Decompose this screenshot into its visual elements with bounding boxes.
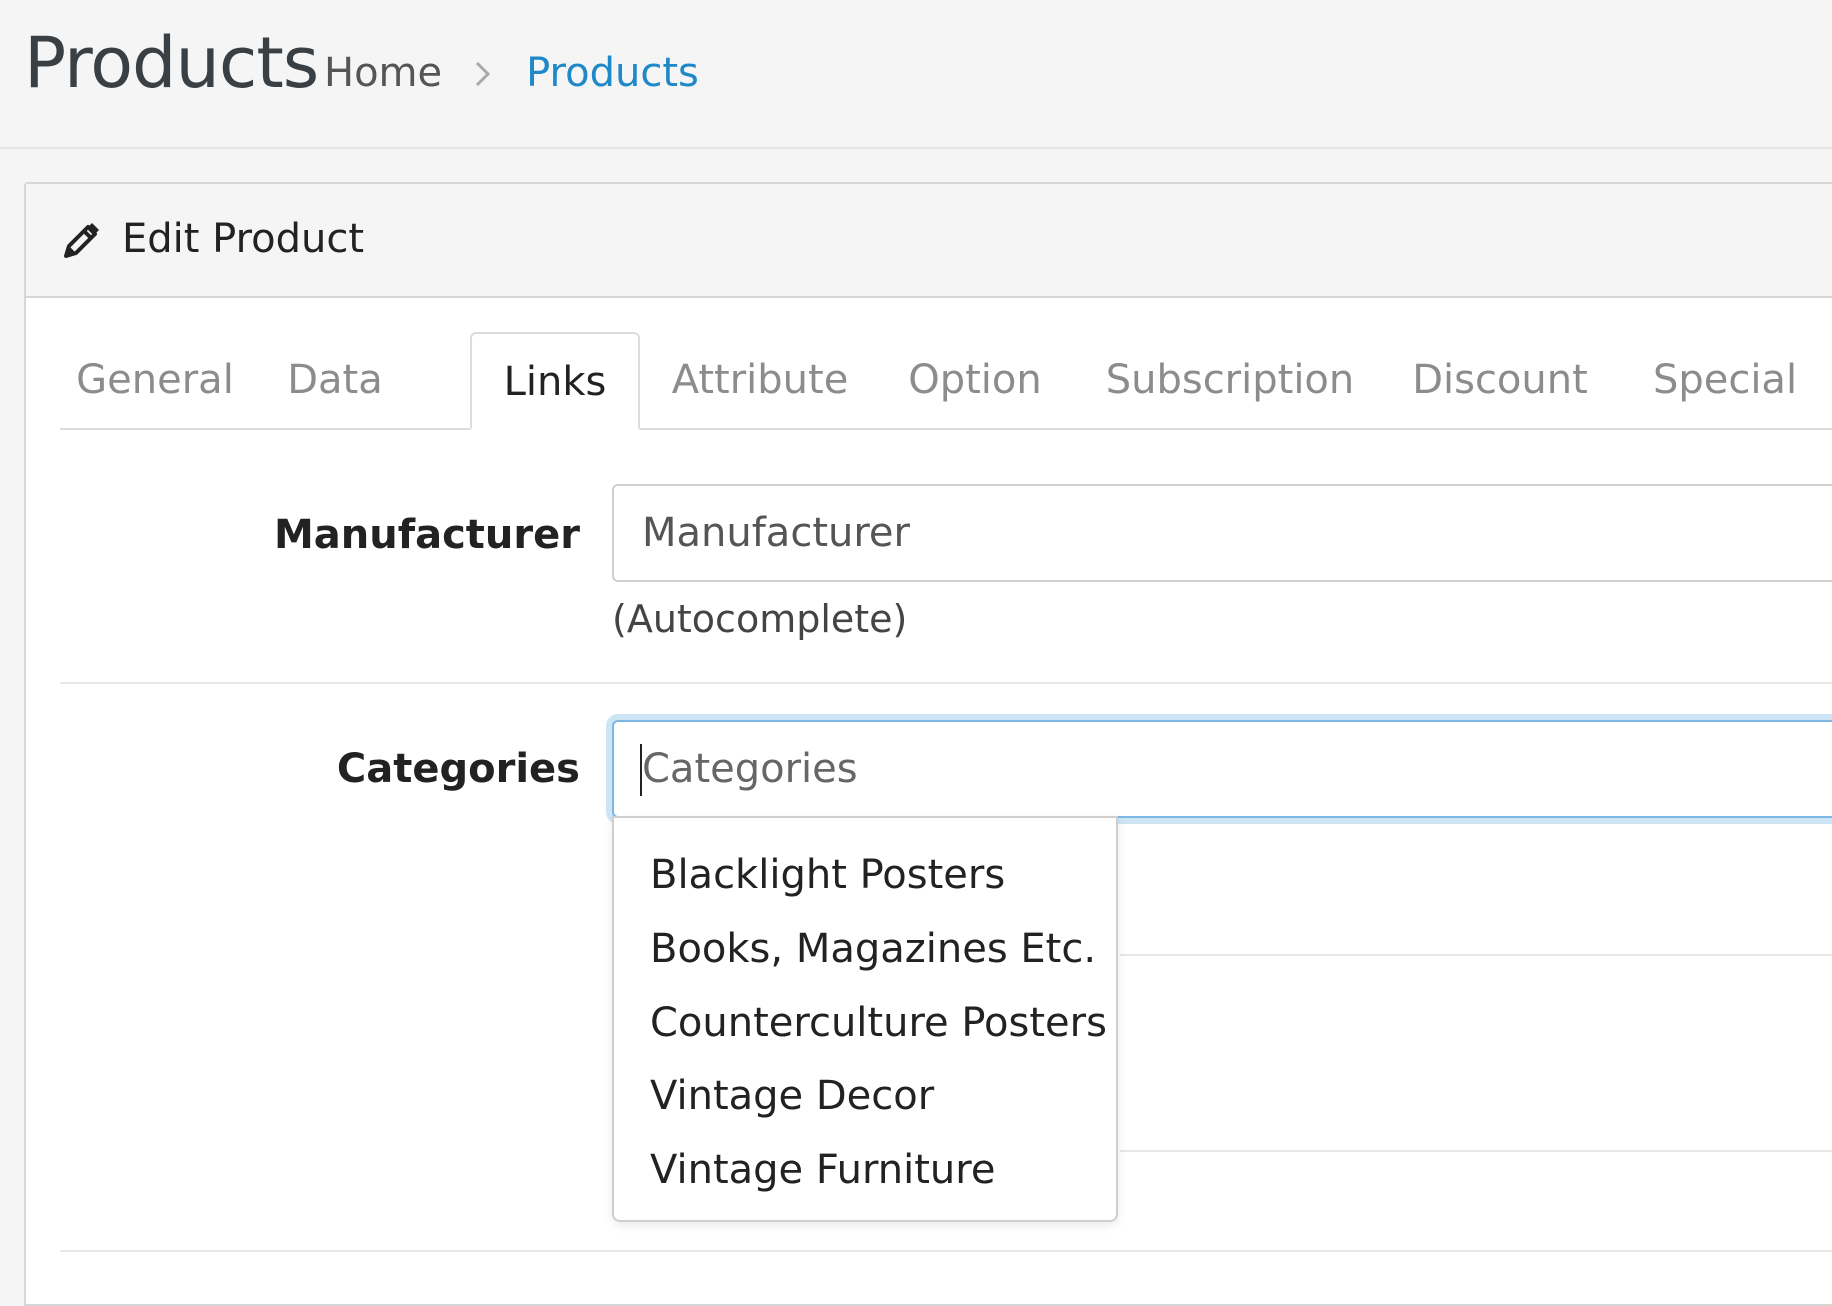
- tab-special[interactable]: Special: [1640, 332, 1810, 428]
- breadcrumb-home-link[interactable]: Home: [324, 48, 442, 98]
- dropdown-option[interactable]: Books, Magazines Etc.: [650, 924, 1096, 974]
- categories-input[interactable]: Categories: [612, 720, 1832, 818]
- pencil-icon: [60, 220, 102, 262]
- tab-links[interactable]: Links: [470, 332, 640, 430]
- tab-data[interactable]: Data: [270, 332, 400, 428]
- tab-attribute[interactable]: Attribute: [660, 332, 860, 428]
- tab-bar: General Data Links Attribute Option Subs…: [60, 332, 1832, 430]
- chevron-right-icon: [472, 48, 498, 98]
- page-title: Products: [24, 22, 319, 104]
- categories-placeholder: Categories: [642, 746, 858, 792]
- breadcrumb: Home Products: [324, 48, 699, 98]
- dropdown-option[interactable]: Vintage Furniture: [650, 1145, 995, 1195]
- manufacturer-input[interactable]: Manufacturer: [612, 484, 1832, 582]
- dropdown-option[interactable]: Blacklight Posters: [650, 850, 1005, 900]
- form-divider: [60, 682, 1832, 684]
- form-divider: [1120, 1150, 1832, 1152]
- manufacturer-label: Manufacturer: [273, 512, 580, 558]
- page-header: Products Home Products: [0, 0, 1832, 149]
- dropdown-option[interactable]: Vintage Decor: [650, 1071, 934, 1121]
- text-caret: [640, 744, 642, 796]
- categories-label: Categories: [336, 746, 580, 792]
- dropdown-option[interactable]: Counterculture Posters: [650, 998, 1107, 1048]
- breadcrumb-products-link[interactable]: Products: [526, 48, 699, 98]
- tab-subscription[interactable]: Subscription: [1100, 332, 1360, 428]
- categories-autocomplete-dropdown: Blacklight Posters Books, Magazines Etc.…: [612, 816, 1118, 1222]
- manufacturer-help-text: (Autocomplete): [612, 597, 908, 641]
- tab-general[interactable]: General: [60, 332, 250, 428]
- form-divider: [60, 1250, 1832, 1252]
- card-header: Edit Product: [26, 184, 1832, 298]
- form-divider: [1120, 954, 1832, 956]
- tab-option[interactable]: Option: [890, 332, 1060, 428]
- tab-discount[interactable]: Discount: [1400, 332, 1600, 428]
- card-title: Edit Product: [122, 216, 365, 262]
